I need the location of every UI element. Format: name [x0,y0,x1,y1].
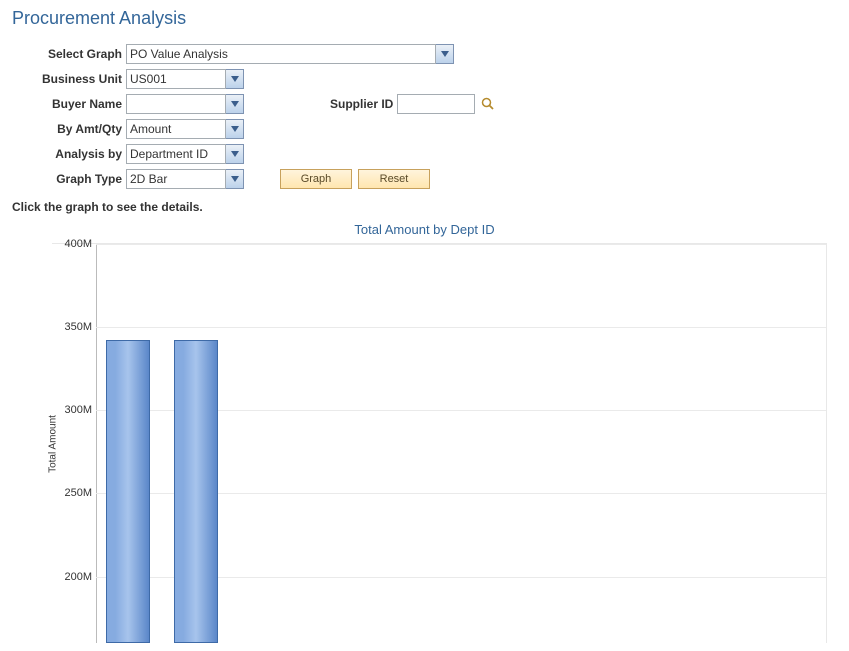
chevron-down-icon[interactable] [226,144,244,164]
chevron-down-icon[interactable] [226,69,244,89]
chart-bar[interactable] [174,340,218,643]
y-tick-label: 300M [56,404,92,416]
y-tick-label: 350M [56,321,92,333]
business-unit-dropdown[interactable]: US001 [126,69,244,89]
y-tick-label: 250M [56,487,92,499]
chevron-down-icon[interactable] [226,169,244,189]
graph-type-dropdown[interactable]: 2D Bar [126,169,244,189]
supplier-id-input[interactable] [397,94,475,114]
select-graph-label: Select Graph [28,47,126,61]
chevron-down-icon[interactable] [436,44,454,64]
by-amt-qty-label: By Amt/Qty [28,122,126,136]
buyer-name-label: Buyer Name [28,97,126,111]
search-icon[interactable] [481,97,495,111]
chart-bar[interactable] [106,340,150,643]
gridline [96,327,826,328]
y-tick-label: 400M [56,238,92,250]
analysis-by-dropdown[interactable]: Department ID [126,144,244,164]
business-unit-label: Business Unit [28,72,126,86]
y-axis [96,244,97,643]
chevron-down-icon[interactable] [226,119,244,139]
by-amt-qty-dropdown[interactable]: Amount [126,119,244,139]
chart-area: Total Amount 400M350M300M250M200M [52,243,827,643]
graph-button[interactable]: Graph [280,169,352,189]
chart-title: Total Amount by Dept ID [12,222,837,237]
y-axis-label: Total Amount [47,415,58,473]
y-tick-label: 200M [56,571,92,583]
filter-form: Select Graph PO Value Analysis Business … [28,43,837,190]
chevron-down-icon[interactable] [226,94,244,114]
supplier-id-label: Supplier ID [330,97,393,111]
page-title: Procurement Analysis [12,8,837,29]
select-graph-dropdown[interactable]: PO Value Analysis [126,44,454,64]
analysis-by-label: Analysis by [28,147,126,161]
buyer-name-dropdown[interactable] [126,94,244,114]
reset-button[interactable]: Reset [358,169,430,189]
gridline [96,244,826,245]
graph-type-label: Graph Type [28,172,126,186]
hint-text: Click the graph to see the details. [12,200,837,214]
